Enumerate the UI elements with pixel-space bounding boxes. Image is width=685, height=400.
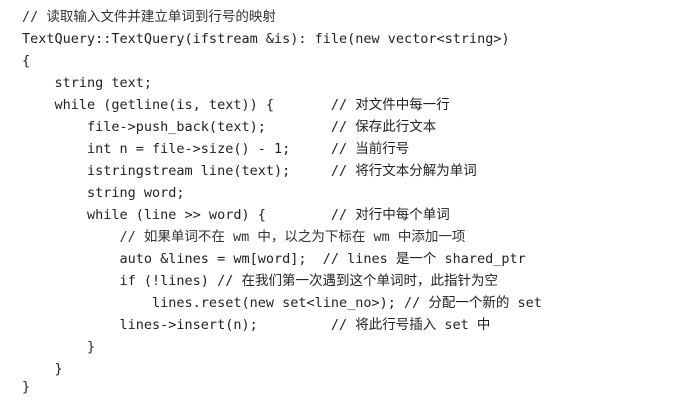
code-line-13: if (!lines) // 在我们第一次遇到这个单词时，此指针为空 [22,273,498,289]
code-line-1: // 读取输入文件并建立单词到行号的映射 [22,9,276,25]
code-listing: // 读取输入文件并建立单词到行号的映射 TextQuery::TextQuer… [0,0,685,400]
code-line-9: string word; [22,185,185,201]
code-line-8: istringstream line(text); // 将行文本分解为单词 [22,163,477,179]
code-line-15: lines->insert(n); // 将此行号插入 set 中 [22,317,491,333]
code-line-10: while (line >> word) { // 对行中每个单词 [22,207,450,223]
code-line-12: auto &lines = wm[word]; // lines 是一个 sha… [22,251,526,267]
code-line-14: lines.reset(new set<line_no>); // 分配一个新的… [22,295,542,311]
code-line-5: while (getline(is, text)) { // 对文件中每一行 [22,97,450,113]
code-line-11: // 如果单词不在 wm 中，以之为下标在 wm 中添加一项 [22,229,466,245]
code-line-6: file->push_back(text); // 保存此行文本 [22,119,437,135]
code-line-18: } [22,379,31,395]
code-line-4: string text; [22,75,153,91]
code-line-7: int n = file->size() - 1; // 当前行号 [22,141,410,157]
code-line-16: } [22,339,96,355]
code-line-2: TextQuery::TextQuery(ifstream &is): file… [22,31,510,47]
code-line-3: { [22,53,31,69]
